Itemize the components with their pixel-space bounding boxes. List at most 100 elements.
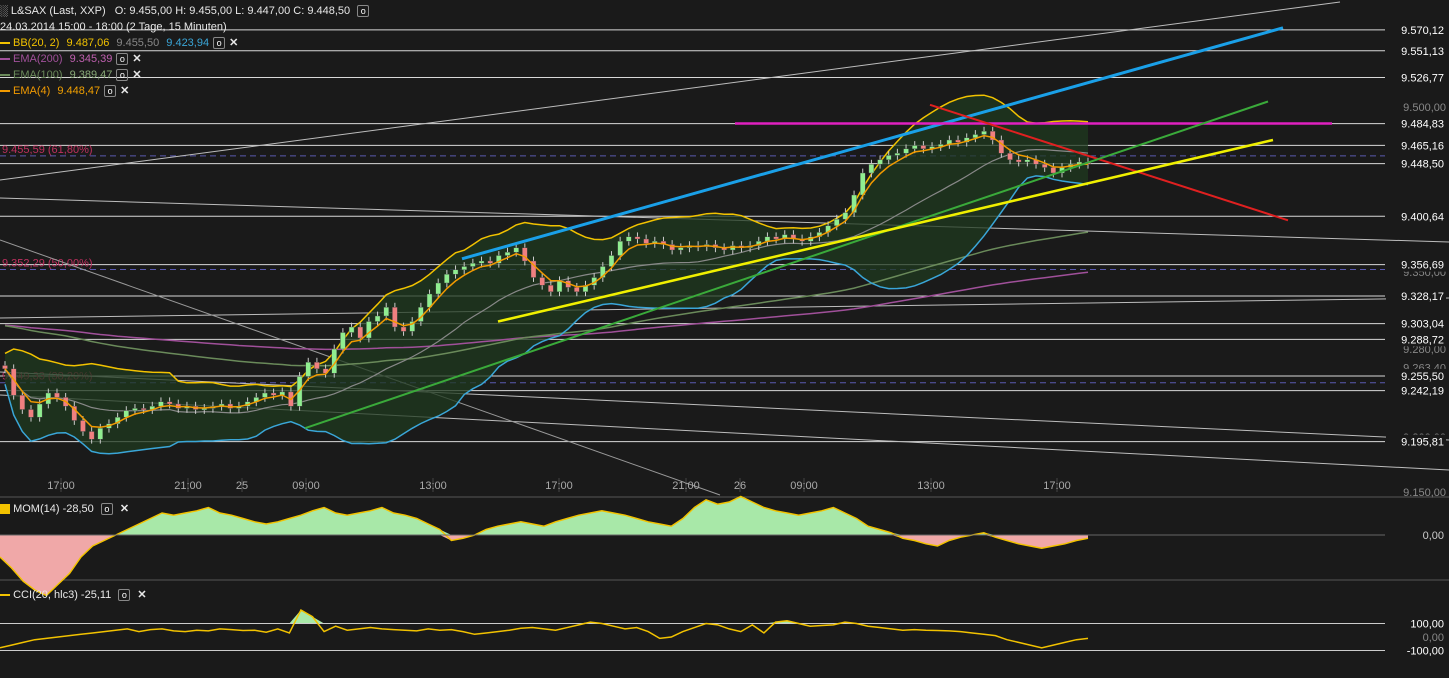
level-price-label: 9.303,04 [1401,319,1444,331]
time-label: 09:00 [790,480,818,492]
indicator-close-icon[interactable]: ✕ [132,52,141,66]
candle [981,130,987,135]
indicator-value: 9.455,50 [113,37,160,49]
candle [140,408,147,411]
candle [912,145,918,149]
level-price-label: 9.356,69 [1401,260,1444,272]
settings-icon[interactable]: o [357,5,370,18]
time-label: 13:00 [419,480,447,492]
candle [461,266,467,270]
indicator-settings-icon[interactable]: o [116,69,129,82]
mom-settings-icon[interactable]: o [100,503,113,516]
instrument-line: ░ L&SAX (Last, XXP) O: 9.455,00 H: 9.455… [0,4,370,18]
indicator-legend-row: BB(20, 2) 9.487,06 9.455,50 9.423,94 o ✕ [0,36,238,50]
candle [773,236,779,240]
indicator-color-icon [0,90,10,93]
indicator-color-icon [0,58,10,61]
indicator-value: 9.389,47 [66,69,113,81]
level-price-label: 9.400,64 [1401,211,1444,223]
candle [54,392,60,398]
candle [166,401,173,405]
indicator-legend-row: EMA(4) 9.448,47 o ✕ [0,84,129,98]
grid-price-label: 9.500,00 [1403,102,1446,114]
time-label: 21:00 [174,480,202,492]
time-label: 21:00 [672,480,700,492]
candle [678,247,684,251]
mom-zero-label: 0,00 [1423,530,1444,542]
mom-legend: MOM(14) -28,50 o ✕ [0,502,129,516]
indicator-color-icon [0,42,10,45]
candle [357,326,363,339]
candle [643,238,649,244]
time-label: 13:00 [917,480,945,492]
candle [513,247,519,253]
candle [392,307,398,328]
candle [470,263,476,267]
cci-line [0,608,1089,649]
mom-value: -28,50 [62,503,94,515]
indicator-close-icon[interactable]: ✕ [120,84,129,98]
fib-label: 9.455,59 (61,80%) [2,144,93,156]
cci-level-label: 0,00 [1423,632,1444,644]
candle [305,362,311,377]
cci-level-label: -100,00 [1407,646,1444,658]
price-chart[interactable]: 9.455,59 (61,80%)9.352,29 (50,00%)9.249,… [0,0,1449,678]
level-price-label: 9.195,81 [1401,437,1444,449]
candle [1015,159,1022,163]
indicator-close-icon[interactable]: ✕ [132,68,141,82]
indicator-close-icon[interactable]: ✕ [229,36,238,50]
time-label: 17:00 [1043,480,1071,492]
candle [626,236,632,242]
level-price-label: 9.242,19 [1401,386,1444,398]
candle [487,260,493,264]
indicator-name: EMA(200) [13,53,63,65]
indicator-settings-icon[interactable]: o [104,85,117,98]
level-price-label: 9.551,13 [1401,46,1444,58]
candle [36,403,43,418]
level-price-label: 9.570,12 [1401,25,1444,37]
cci-settings-icon[interactable]: o [118,589,131,602]
candle [1007,152,1013,160]
bollinger-band-fill [5,95,1088,454]
indicator-name: EMA(4) [13,85,51,97]
level-price-label: 9.448,50 [1401,159,1444,171]
candle [903,148,909,154]
candle [1050,167,1057,174]
indicator-settings-icon[interactable]: o [213,37,226,50]
level-price-label: 9.328,17 [1401,291,1444,303]
candle [452,269,459,275]
indicator-value: 9.487,06 [63,37,110,49]
mom-label: MOM(14) [13,503,60,515]
time-label: 17:00 [47,480,75,492]
candle [400,326,407,332]
indicator-color-icon [0,74,10,77]
level-price-label: 9.526,77 [1401,73,1444,85]
mom-positive-area [0,496,1088,535]
indicator-name: EMA(100) [13,69,63,81]
mom-close-icon[interactable]: ✕ [120,502,129,516]
indicator-value: 9.423,94 [163,37,210,49]
candle [1024,159,1031,163]
indicator-settings-icon[interactable]: o [116,53,129,66]
ohlc-values: O: 9.455,00 H: 9.455,00 L: 9.447,00 C: 9… [114,5,351,17]
time-label: 17:00 [545,480,573,492]
candle [634,236,641,240]
time-label: 26 [734,480,746,492]
candle [1041,163,1048,168]
candle [97,428,104,440]
cci-close-icon[interactable]: ✕ [137,588,146,602]
candle [617,240,623,256]
mom-color-icon [0,504,10,515]
indicator-name: BB(20, 2) [13,37,60,49]
level-price-label: 9.465,16 [1401,140,1444,152]
level-price-label: 9.255,50 [1401,371,1444,383]
cci-value: -25,11 [80,589,112,601]
candle [314,362,320,370]
candle [886,155,892,160]
candle [80,420,86,432]
candle [920,145,927,149]
indicator-legend-row: EMA(200) 9.345,39 o ✕ [0,52,142,66]
candle [868,163,875,174]
candle [366,321,372,339]
candle [383,307,389,317]
